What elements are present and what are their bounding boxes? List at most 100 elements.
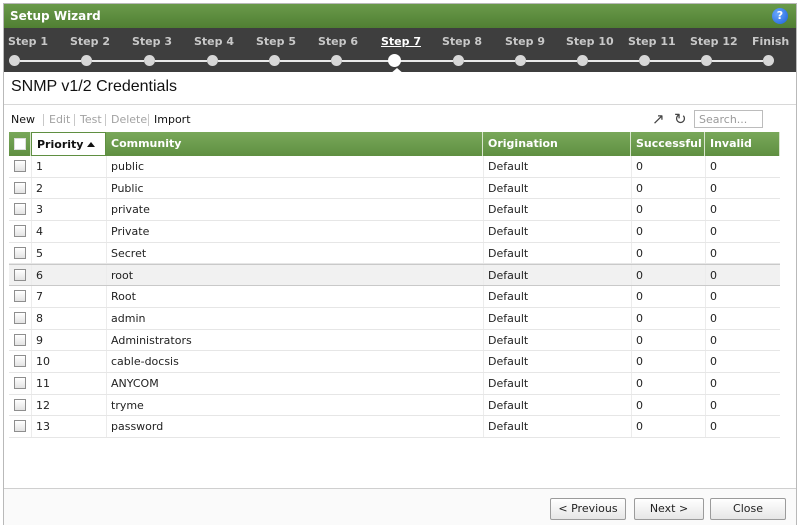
step-label-6[interactable]: Step 6: [318, 35, 358, 48]
step-label-13[interactable]: Finish: [752, 35, 789, 48]
column-header-successful[interactable]: Successful: [631, 132, 705, 156]
divider: [4, 104, 796, 105]
row-checkbox[interactable]: [14, 181, 26, 194]
step-label-10[interactable]: Step 10: [566, 35, 614, 48]
import-button[interactable]: Import: [154, 113, 191, 126]
row-checkbox[interactable]: [14, 376, 26, 389]
test-button[interactable]: Test: [80, 113, 102, 126]
cell-invalid: 0: [710, 333, 717, 347]
delete-button[interactable]: Delete: [111, 113, 147, 126]
table-row[interactable]: 13 password Default 0 0: [9, 416, 780, 438]
step-dot[interactable]: [331, 55, 342, 66]
step-dot[interactable]: [9, 55, 20, 66]
cell-successful: 0: [636, 311, 643, 325]
row-checkbox[interactable]: [14, 290, 26, 303]
step-dot[interactable]: [81, 55, 92, 66]
cell-invalid: 0: [710, 181, 717, 195]
table-row[interactable]: 2 Public Default 0 0: [9, 177, 780, 200]
step-label-11[interactable]: Step 11: [628, 35, 676, 48]
cell-origination: Default: [488, 355, 529, 369]
table-row[interactable]: 5 Secret Default 0 0: [9, 242, 780, 265]
cell-successful: 0: [636, 333, 643, 347]
cell-priority: 3: [36, 203, 43, 217]
table-row[interactable]: 1 public Default 0 0: [9, 156, 780, 178]
table-row[interactable]: 8 admin Default 0 0: [9, 307, 780, 330]
table-row[interactable]: 3 private Default 0 0: [9, 199, 780, 222]
step-dot[interactable]: [577, 55, 588, 66]
row-checkbox[interactable]: [14, 225, 26, 238]
cell-invalid: 0: [710, 290, 717, 304]
cell-successful: 0: [636, 398, 643, 412]
close-button[interactable]: Close: [710, 498, 786, 520]
sort-ascending-icon: [87, 142, 96, 147]
cell-successful: 0: [636, 420, 643, 434]
help-icon[interactable]: ?: [772, 8, 788, 24]
row-checkbox[interactable]: [14, 398, 26, 411]
step-dot[interactable]: [207, 55, 218, 66]
current-step-dot[interactable]: [388, 54, 401, 67]
grid-toolbar: New Edit Test Delete Import ↗ ↻: [4, 106, 796, 130]
table-row[interactable]: 7 Root Default 0 0: [9, 286, 780, 308]
row-checkbox[interactable]: [14, 246, 26, 259]
new-button[interactable]: New: [11, 113, 35, 126]
table-row[interactable]: 4 Private Default 0 0: [9, 221, 780, 243]
previous-button[interactable]: < Previous: [550, 498, 626, 520]
cell-community: password: [111, 420, 164, 434]
cell-origination: Default: [488, 246, 529, 260]
cell-priority: 8: [36, 311, 43, 325]
table-row[interactable]: 9 Administrators Default 0 0: [9, 329, 780, 352]
cell-priority: 10: [36, 355, 50, 369]
step-dot[interactable]: [701, 55, 712, 66]
step-dot[interactable]: [144, 55, 155, 66]
step-label-3[interactable]: Step 3: [132, 35, 172, 48]
table-row[interactable]: 6 root Default 0 0: [9, 264, 780, 287]
column-header-priority[interactable]: Priority: [31, 132, 106, 156]
step-connector-line: [20, 60, 81, 62]
table-row[interactable]: 11 ANYCOM Default 0 0: [9, 372, 780, 395]
cell-origination: Default: [488, 333, 529, 347]
cell-successful: 0: [636, 203, 643, 217]
export-arrow-icon[interactable]: ↗: [652, 112, 665, 127]
cell-successful: 0: [636, 376, 643, 390]
step-label-12[interactable]: Step 12: [690, 35, 738, 48]
refresh-icon[interactable]: ↻: [674, 112, 687, 127]
step-dot[interactable]: [453, 55, 464, 66]
edit-button[interactable]: Edit: [49, 113, 70, 126]
step-label-1[interactable]: Step 1: [8, 35, 48, 48]
step-label-5[interactable]: Step 5: [256, 35, 296, 48]
row-checkbox[interactable]: [14, 203, 26, 216]
select-all-checkbox[interactable]: [14, 138, 26, 150]
row-checkbox[interactable]: [14, 269, 26, 282]
cell-invalid: 0: [710, 311, 717, 325]
row-checkbox[interactable]: [14, 420, 26, 433]
step-label-9[interactable]: Step 9: [505, 35, 545, 48]
step-connector-line: [650, 60, 701, 62]
step-connector-line: [526, 60, 577, 62]
step-label-2[interactable]: Step 2: [70, 35, 110, 48]
column-header-invalid[interactable]: Invalid: [705, 132, 780, 156]
row-checkbox[interactable]: [14, 311, 26, 324]
row-checkbox[interactable]: [14, 333, 26, 346]
table-row[interactable]: 12 tryme Default 0 0: [9, 394, 780, 417]
step-label-8[interactable]: Step 8: [442, 35, 482, 48]
column-header-origination[interactable]: Origination: [483, 132, 631, 156]
table-row[interactable]: 10 cable-docsis Default 0 0: [9, 351, 780, 373]
step-dot[interactable]: [639, 55, 650, 66]
row-checkbox[interactable]: [14, 355, 26, 368]
step-connector-line: [218, 60, 269, 62]
step-label-4[interactable]: Step 4: [194, 35, 234, 48]
search-input[interactable]: [694, 110, 763, 128]
cell-invalid: 0: [710, 225, 717, 239]
grid-body: 1 public Default 0 0 2 Public Default 0 0 3 private…: [9, 156, 780, 438]
step-dot[interactable]: [515, 55, 526, 66]
step-dot[interactable]: [269, 55, 280, 66]
cell-community: admin: [111, 311, 146, 325]
cell-community: public: [111, 160, 145, 173]
step-dot[interactable]: [763, 55, 774, 66]
column-header-community[interactable]: Community: [106, 132, 483, 156]
step-label-7[interactable]: Step 7: [381, 35, 421, 48]
cell-priority: 5: [36, 246, 43, 260]
cell-community: Root: [111, 290, 136, 304]
next-button[interactable]: Next >: [634, 498, 704, 520]
row-checkbox[interactable]: [14, 160, 26, 172]
